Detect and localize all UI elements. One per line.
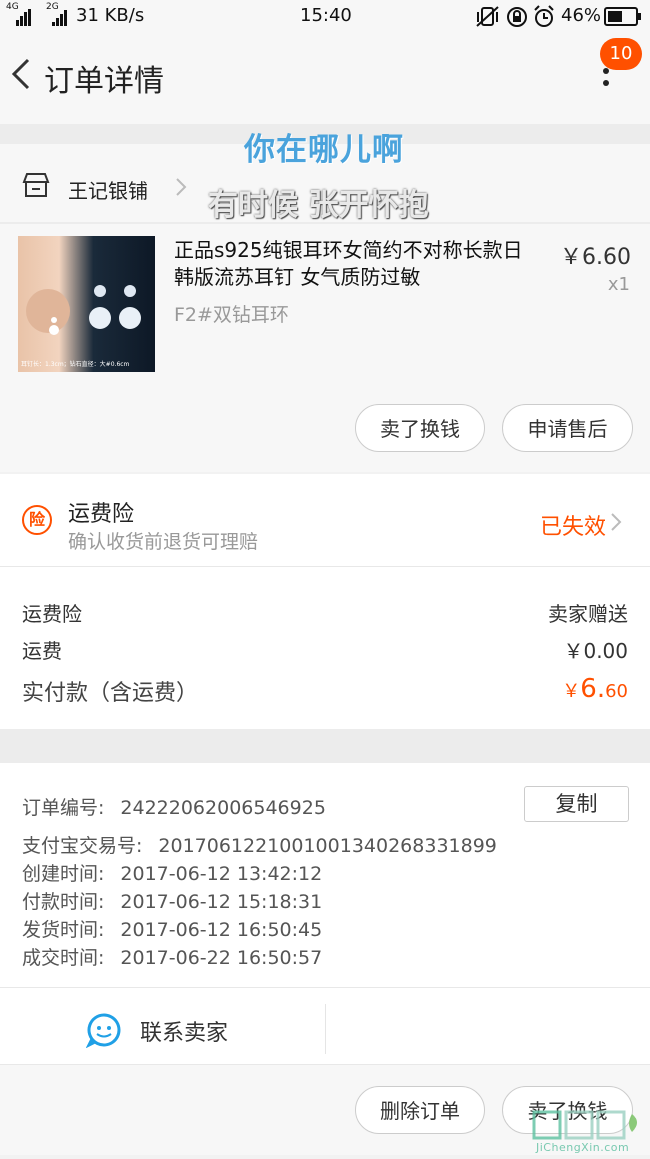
clock: 15:40 xyxy=(300,5,352,26)
insurance-subtitle: 确认收货前退货可理赔 xyxy=(68,531,259,553)
contact-seller-button[interactable]: 联系卖家 xyxy=(140,1015,228,1047)
chevron-right-icon[interactable] xyxy=(174,176,188,198)
info-label: 付款时间: xyxy=(22,891,105,913)
insurance-title: 运费险 xyxy=(68,502,135,527)
watermark-logo: JiChengXin.com xyxy=(530,1104,650,1155)
paid-currency: ￥ xyxy=(562,681,581,702)
battery-icon xyxy=(604,7,641,26)
completed-time: 2017-06-22 16:50:57 xyxy=(120,947,323,969)
product-image[interactable]: 耳钉长：1.3cm；钻石直径：大#0.6cm xyxy=(18,236,155,372)
info-row: 创建时间: 2017-06-12 13:42:12 xyxy=(22,859,322,886)
notification-badge[interactable]: 10 xyxy=(600,38,642,70)
shop-name[interactable]: 王记银铺 xyxy=(68,175,148,204)
earring-graphic xyxy=(26,285,141,335)
paid-amount: ￥6.60 xyxy=(562,674,628,704)
chevron-right-icon[interactable] xyxy=(609,511,623,533)
info-label: 成交时间: xyxy=(22,947,105,969)
delete-order-button[interactable]: 删除订单 xyxy=(355,1086,485,1134)
product-price: ￥6.60 xyxy=(560,245,631,270)
shop-icon xyxy=(22,173,50,197)
cost-value: 卖家赠送 xyxy=(548,602,628,626)
divider xyxy=(0,222,650,224)
product-quantity: x1 xyxy=(607,274,630,295)
cost-value: ￥0.00 xyxy=(563,639,628,663)
paid-amount-label: 实付款（含运费） xyxy=(22,681,199,706)
alipay-trade-number: 20170612210010013402683318​99 xyxy=(158,835,497,857)
info-row: 发货时间: 2017-06-12 16:50:45 xyxy=(22,915,322,942)
divider xyxy=(325,1004,326,1054)
cost-label: 运费险 xyxy=(22,602,82,626)
info-label: 订单编号: xyxy=(22,797,105,819)
signal-icon-2 xyxy=(52,7,68,26)
insurance-icon: 险 xyxy=(22,505,52,535)
insurance-status: 已失效 xyxy=(539,515,606,540)
more-menu-icon[interactable] xyxy=(598,68,614,98)
copy-button[interactable]: 复制 xyxy=(524,786,629,822)
info-label: 支付宝交易号: xyxy=(22,835,143,857)
info-row: 成交时间: 2017-06-22 16:50:57 xyxy=(22,943,322,970)
vibrate-icon xyxy=(476,6,499,27)
info-label: 发货时间: xyxy=(22,919,105,941)
section-divider xyxy=(0,729,650,763)
page-title: 订单详情 xyxy=(44,64,164,99)
watermark-text: JiChengXin.com xyxy=(536,1141,630,1154)
sell-for-cash-button[interactable]: 卖了换钱 xyxy=(355,404,485,452)
battery-percent: 46% xyxy=(561,5,602,26)
info-row: 订单编号: 24222062006546925 xyxy=(22,793,326,820)
status-bar: 4G 2G 31 KB/s 15:40 46% xyxy=(0,0,650,34)
product-image-caption: 耳钉长：1.3cm；钻石直径：大#0.6cm xyxy=(21,361,130,368)
signal-icon xyxy=(16,7,32,26)
network-speed: 31 KB/s xyxy=(76,5,145,26)
paid-time: 2017-06-12 15:18:31 xyxy=(120,891,323,913)
created-time: 2017-06-12 13:42:12 xyxy=(120,863,323,885)
back-arrow-icon[interactable] xyxy=(8,54,36,94)
cost-label: 运费 xyxy=(22,639,62,663)
overlay-text-1: 你在哪儿啊 xyxy=(244,132,404,168)
info-row: 付款时间: 2017-06-12 15:18:31 xyxy=(22,887,322,914)
paid-amount-int: 6. xyxy=(580,674,606,704)
info-label: 创建时间: xyxy=(22,863,105,885)
after-sale-button[interactable]: 申请售后 xyxy=(502,404,633,452)
shipped-time: 2017-06-12 16:50:45 xyxy=(120,919,323,941)
alarm-icon xyxy=(534,5,554,27)
info-row: 支付宝交易号: 20170612210010013402683318​99 xyxy=(22,831,497,858)
chat-bubble-icon[interactable] xyxy=(86,1012,122,1048)
product-title[interactable]: 正品s925纯银耳环女简约不对称长款日韩版流苏耳钉 女气质防过敏 xyxy=(174,237,534,291)
overlay-text-2: 有时候 张开怀抱 xyxy=(208,188,429,223)
product-sku: F2#双钻耳环 xyxy=(174,304,289,326)
paid-amount-dec: 60 xyxy=(605,681,628,702)
rotation-lock-icon xyxy=(507,7,527,27)
order-number: 24222062006546925 xyxy=(120,797,326,819)
nav-header: 订单详情 10 xyxy=(0,34,650,124)
